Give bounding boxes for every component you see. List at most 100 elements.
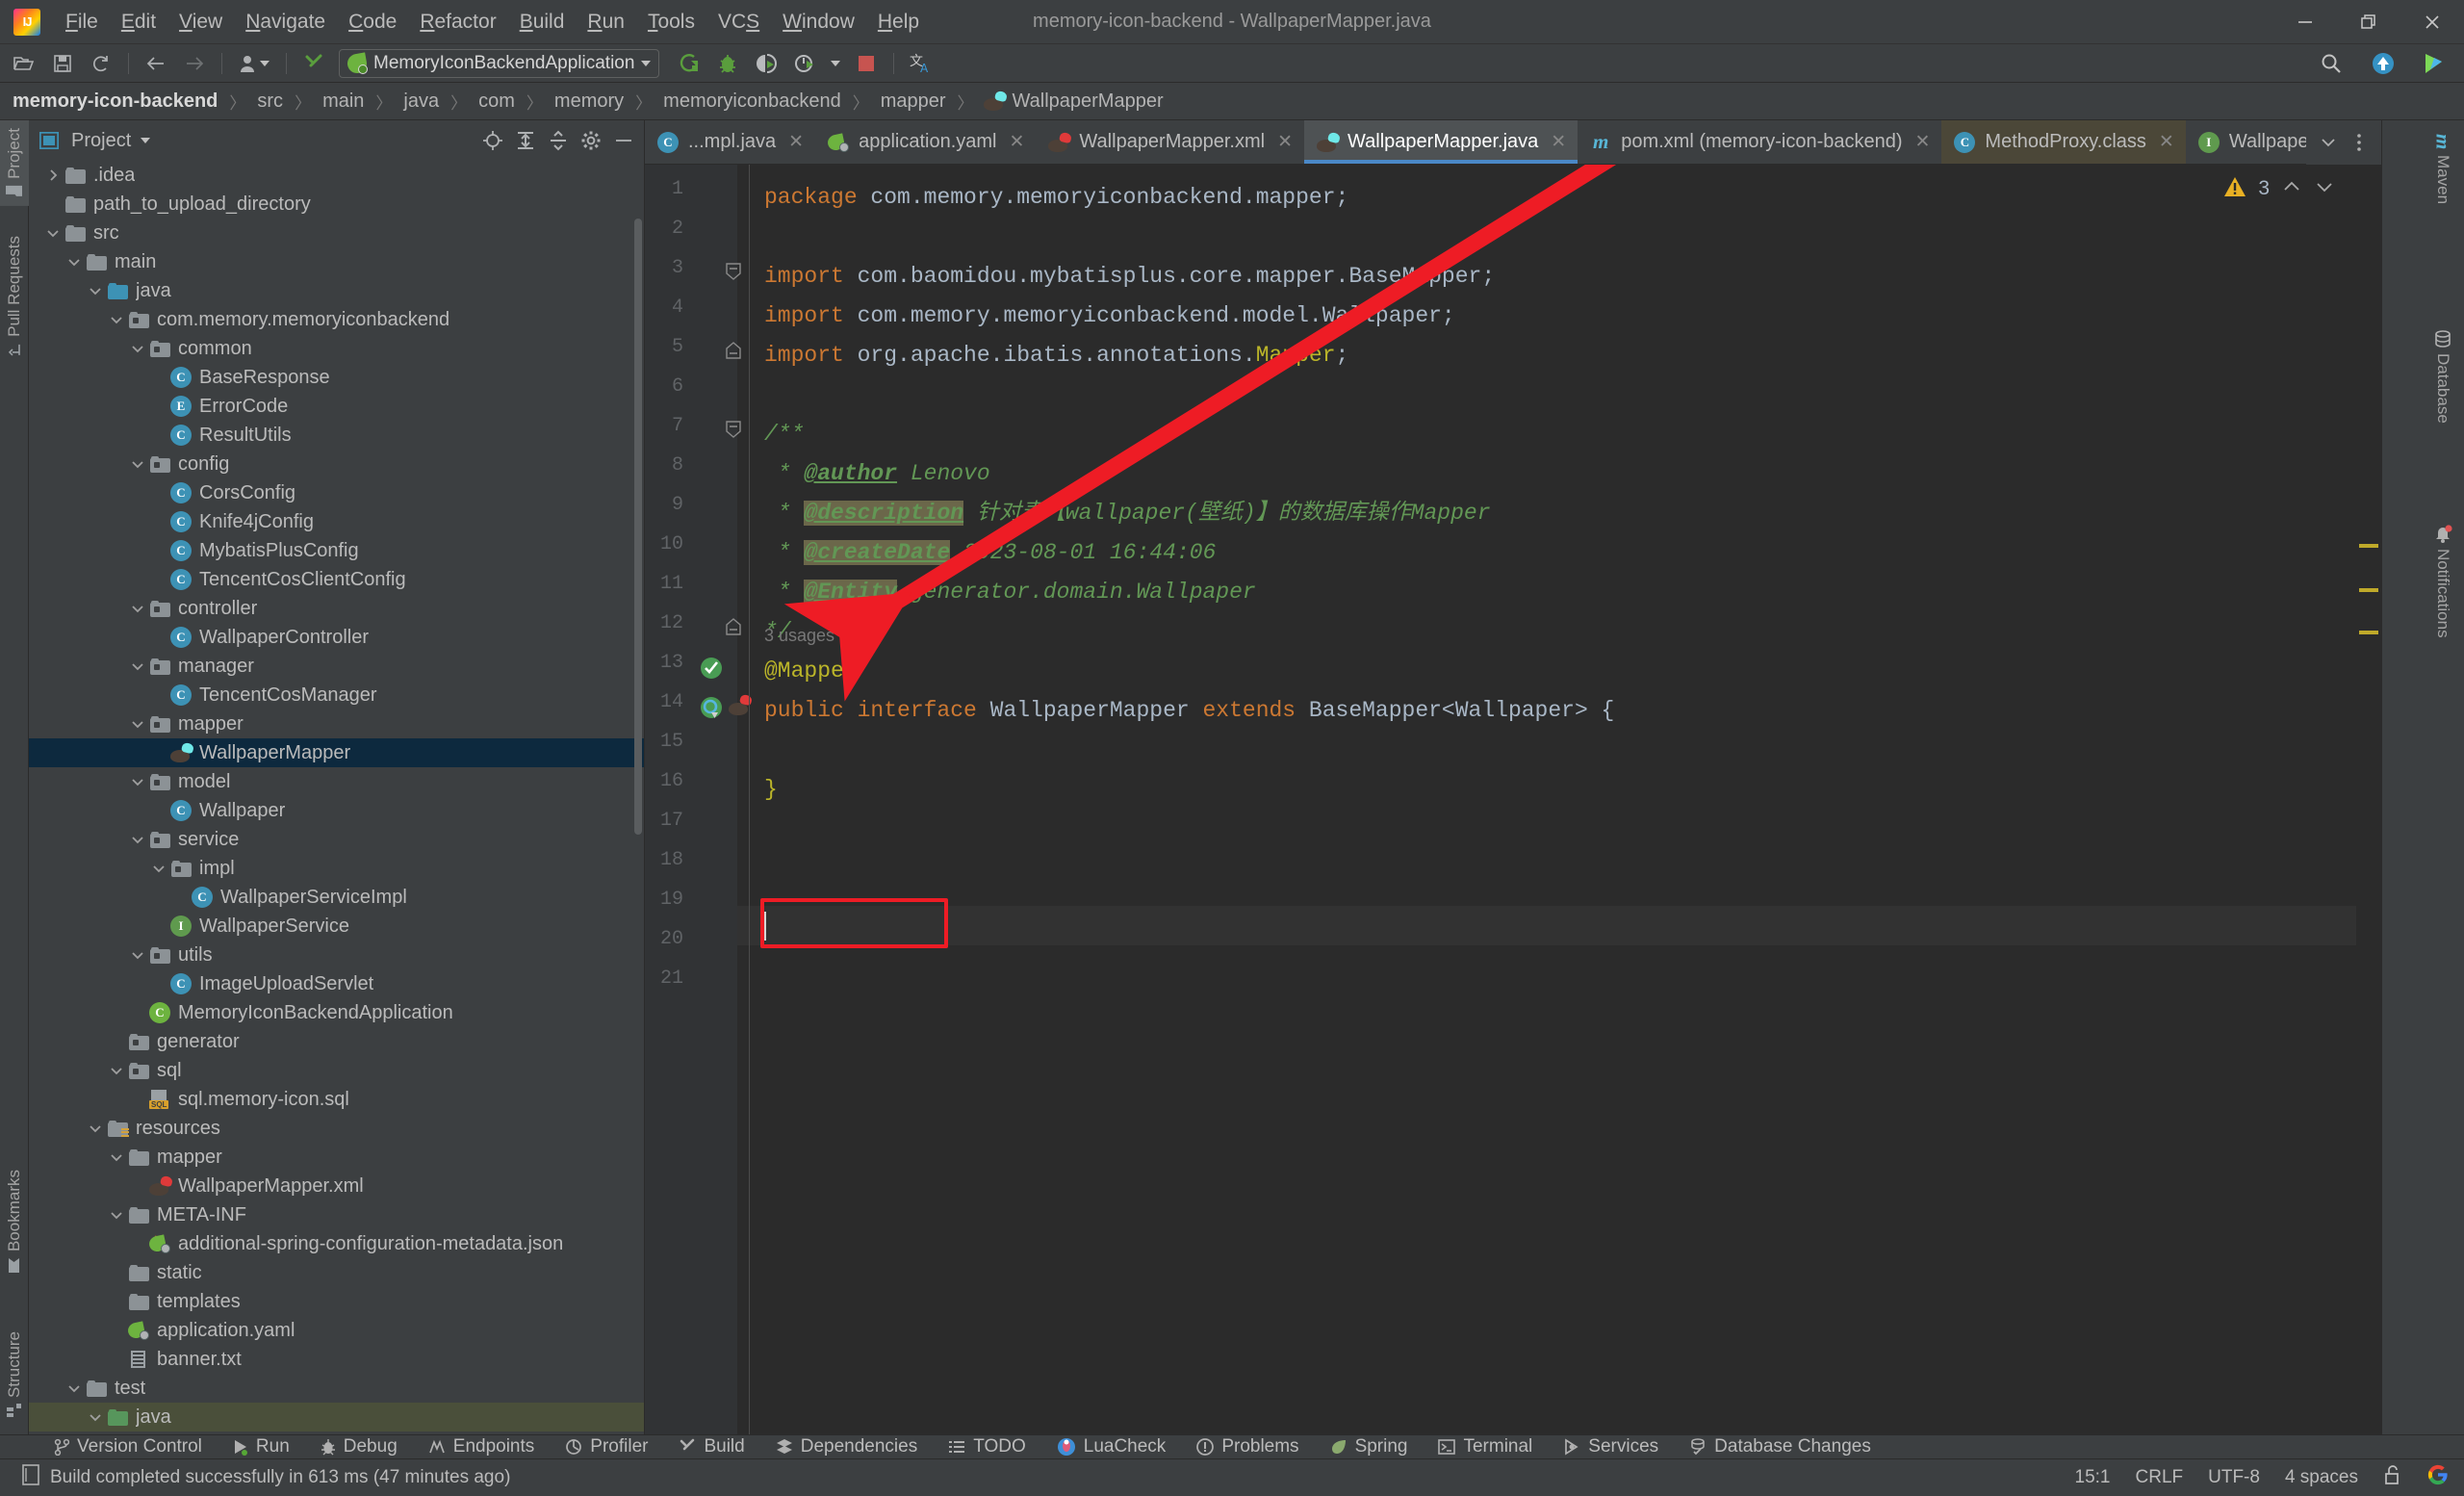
tree-node--idea[interactable]: .idea [29,161,644,190]
update-icon[interactable] [2367,49,2400,78]
tree-node-main[interactable]: main [29,247,644,276]
tool-window-luacheck[interactable]: LuaCheck [1041,1435,1182,1459]
tree-node-test[interactable]: test [29,1374,644,1403]
close-icon[interactable]: ✕ [788,131,804,153]
chevron-open-icon[interactable] [127,829,148,850]
tree-node-corsconfig[interactable]: C CorsConfig [29,478,644,507]
code-text[interactable]: package com.memory.memoryiconbackend.map… [753,165,2381,1434]
prev-highlight-icon[interactable] [2281,176,2302,202]
editor-gutter[interactable]: 1 2 3 4 5 6 7 8 9 10 11 12 13 14 15 16 17 18 19 20 21 [645,165,754,1434]
tool-window-profiler[interactable]: Profiler [550,1435,663,1459]
tree-node-tencentcosmanager[interactable]: C TencentCosManager [29,681,644,709]
indent-setting[interactable]: 4 spaces [2285,1467,2358,1488]
chevron-open-icon[interactable] [127,771,148,792]
chevron-down-icon[interactable] [141,138,151,143]
code-fold-end-icon[interactable] [726,342,741,359]
tree-node-resources[interactable]: resources [29,1114,644,1143]
sync-icon[interactable] [85,49,117,78]
menu-item-code[interactable]: Code [337,7,408,38]
more-options-icon[interactable] [2347,130,2372,155]
tool-window-database-changes[interactable]: Database Changes [1674,1435,1886,1459]
tool-window-dependencies[interactable]: Dependencies [760,1435,933,1459]
tree-node-meta-inf[interactable]: META-INF [29,1200,644,1229]
tree-node-resultutils[interactable]: C ResultUtils [29,421,644,450]
menu-item-vcs[interactable]: VCS [706,7,771,38]
close-icon[interactable]: ✕ [2159,131,2174,153]
run-configuration-selector[interactable]: MemoryIconBackendApplication [339,48,660,78]
chevron-down-icon[interactable] [2316,130,2341,155]
chevron-open-icon[interactable] [106,1147,127,1168]
sidebar-item-pull-requests[interactable]: Pull Requests [0,228,29,365]
tree-node-sql[interactable]: sql [29,1056,644,1085]
stop-icon[interactable] [850,49,883,78]
sidebar-item-maven[interactable]: m Maven [2421,126,2464,212]
close-icon[interactable]: ✕ [1010,131,1025,153]
menu-item-help[interactable]: Help [866,7,931,38]
tree-node-model[interactable]: model [29,767,644,796]
menu-item-refactor[interactable]: Refactor [408,7,507,38]
tree-node-java[interactable]: java [29,276,644,305]
breadcrumb-item-2[interactable]: main [320,90,367,113]
back-arrow-icon[interactable] [140,49,172,78]
sidebar-item-notifications[interactable]: Notifications [2421,517,2464,646]
menu-item-edit[interactable]: Edit [110,7,167,38]
caret-position[interactable]: 15:1 [2075,1467,2111,1488]
menu-item-navigate[interactable]: Navigate [234,7,337,38]
tree-node-mapper[interactable]: mapper [29,1143,644,1172]
breadcrumb-item-4[interactable]: com [475,90,518,113]
open-folder-icon[interactable] [8,49,40,78]
chevron-open-icon[interactable] [127,944,148,966]
chevron-closed-icon[interactable] [42,165,64,186]
chevron-open-icon[interactable] [127,338,148,359]
google-icon[interactable] [2427,1464,2449,1491]
tree-node-impl[interactable]: impl [29,854,644,883]
tree-node-manager[interactable]: manager [29,652,644,681]
tool-window-run[interactable]: Run [218,1435,305,1459]
tree-node-src[interactable]: src [29,219,644,247]
profile-run-icon[interactable] [788,49,821,78]
tree-node-wallpaper[interactable]: C Wallpaper [29,796,644,825]
editor-tab-wallpapermapper-xml[interactable]: WallpaperMapper.xml ✕ [1036,120,1304,164]
sidebar-item-structure[interactable]: Structure [0,1324,29,1425]
tree-node-wallpaperservice[interactable]: I WallpaperService [29,912,644,941]
project-title-group[interactable]: Project [37,128,473,153]
run-options-chevron-icon[interactable] [827,49,844,78]
next-highlight-icon[interactable] [2314,176,2335,202]
project-tree-scrollbar[interactable] [634,219,642,835]
chevron-open-icon[interactable] [85,280,106,301]
code-editor[interactable]: 1 2 3 4 5 6 7 8 9 10 11 12 13 14 15 16 17 18 19 20 21 packag… [645,165,2381,1434]
file-encoding[interactable]: UTF-8 [2208,1467,2260,1488]
error-stripe-markers[interactable] [2356,165,2381,1434]
tree-node-imageuploadservlet[interactable]: C ImageUploadServlet [29,969,644,998]
run-icon[interactable] [673,49,706,78]
breadcrumb-item-5[interactable]: memory [552,90,627,113]
breadcrumb-item-1[interactable]: src [254,90,286,113]
tree-node-static[interactable]: static [29,1258,644,1287]
tree-node-utils[interactable]: utils [29,941,644,969]
save-icon[interactable] [46,49,79,78]
tree-node-generator[interactable]: generator [29,1027,644,1056]
project-tree[interactable]: .idea path_to_upload_directory src main java… [29,161,644,1434]
tree-node-tencentcosclientconfig[interactable]: C TencentCosClientConfig [29,565,644,594]
locate-icon[interactable] [480,128,505,153]
sidebar-item-database[interactable]: Database [2421,322,2464,431]
tree-node-mybatisplusconfig[interactable]: C MybatisPlusConfig [29,536,644,565]
usages-inlay-hint[interactable]: 3 usages [764,616,834,656]
chevron-open-icon[interactable] [106,309,127,330]
tree-node-controller[interactable]: controller [29,594,644,623]
implemented-by-gutter-icon[interactable] [699,695,724,720]
gear-icon[interactable] [578,128,603,153]
chevron-open-icon[interactable] [127,656,148,677]
tree-node-templates[interactable]: templates [29,1287,644,1316]
tree-node-service[interactable]: service [29,825,644,854]
tree-node-wallpapermapper-xml[interactable]: WallpaperMapper.xml [29,1172,644,1200]
breadcrumb-item-6[interactable]: memoryiconbackend [660,90,844,113]
search-icon[interactable] [2315,49,2348,78]
breadcrumb-item-3[interactable]: java [400,90,442,113]
translate-icon[interactable]: 文A [905,49,937,78]
code-fold-start-icon[interactable] [726,263,741,280]
tree-node-application-yaml[interactable]: application.yaml [29,1316,644,1345]
menu-item-window[interactable]: Window [771,7,866,38]
chevron-open-icon[interactable] [127,453,148,475]
tree-node-wallpaperserviceimpl[interactable]: C WallpaperServiceImpl [29,883,644,912]
